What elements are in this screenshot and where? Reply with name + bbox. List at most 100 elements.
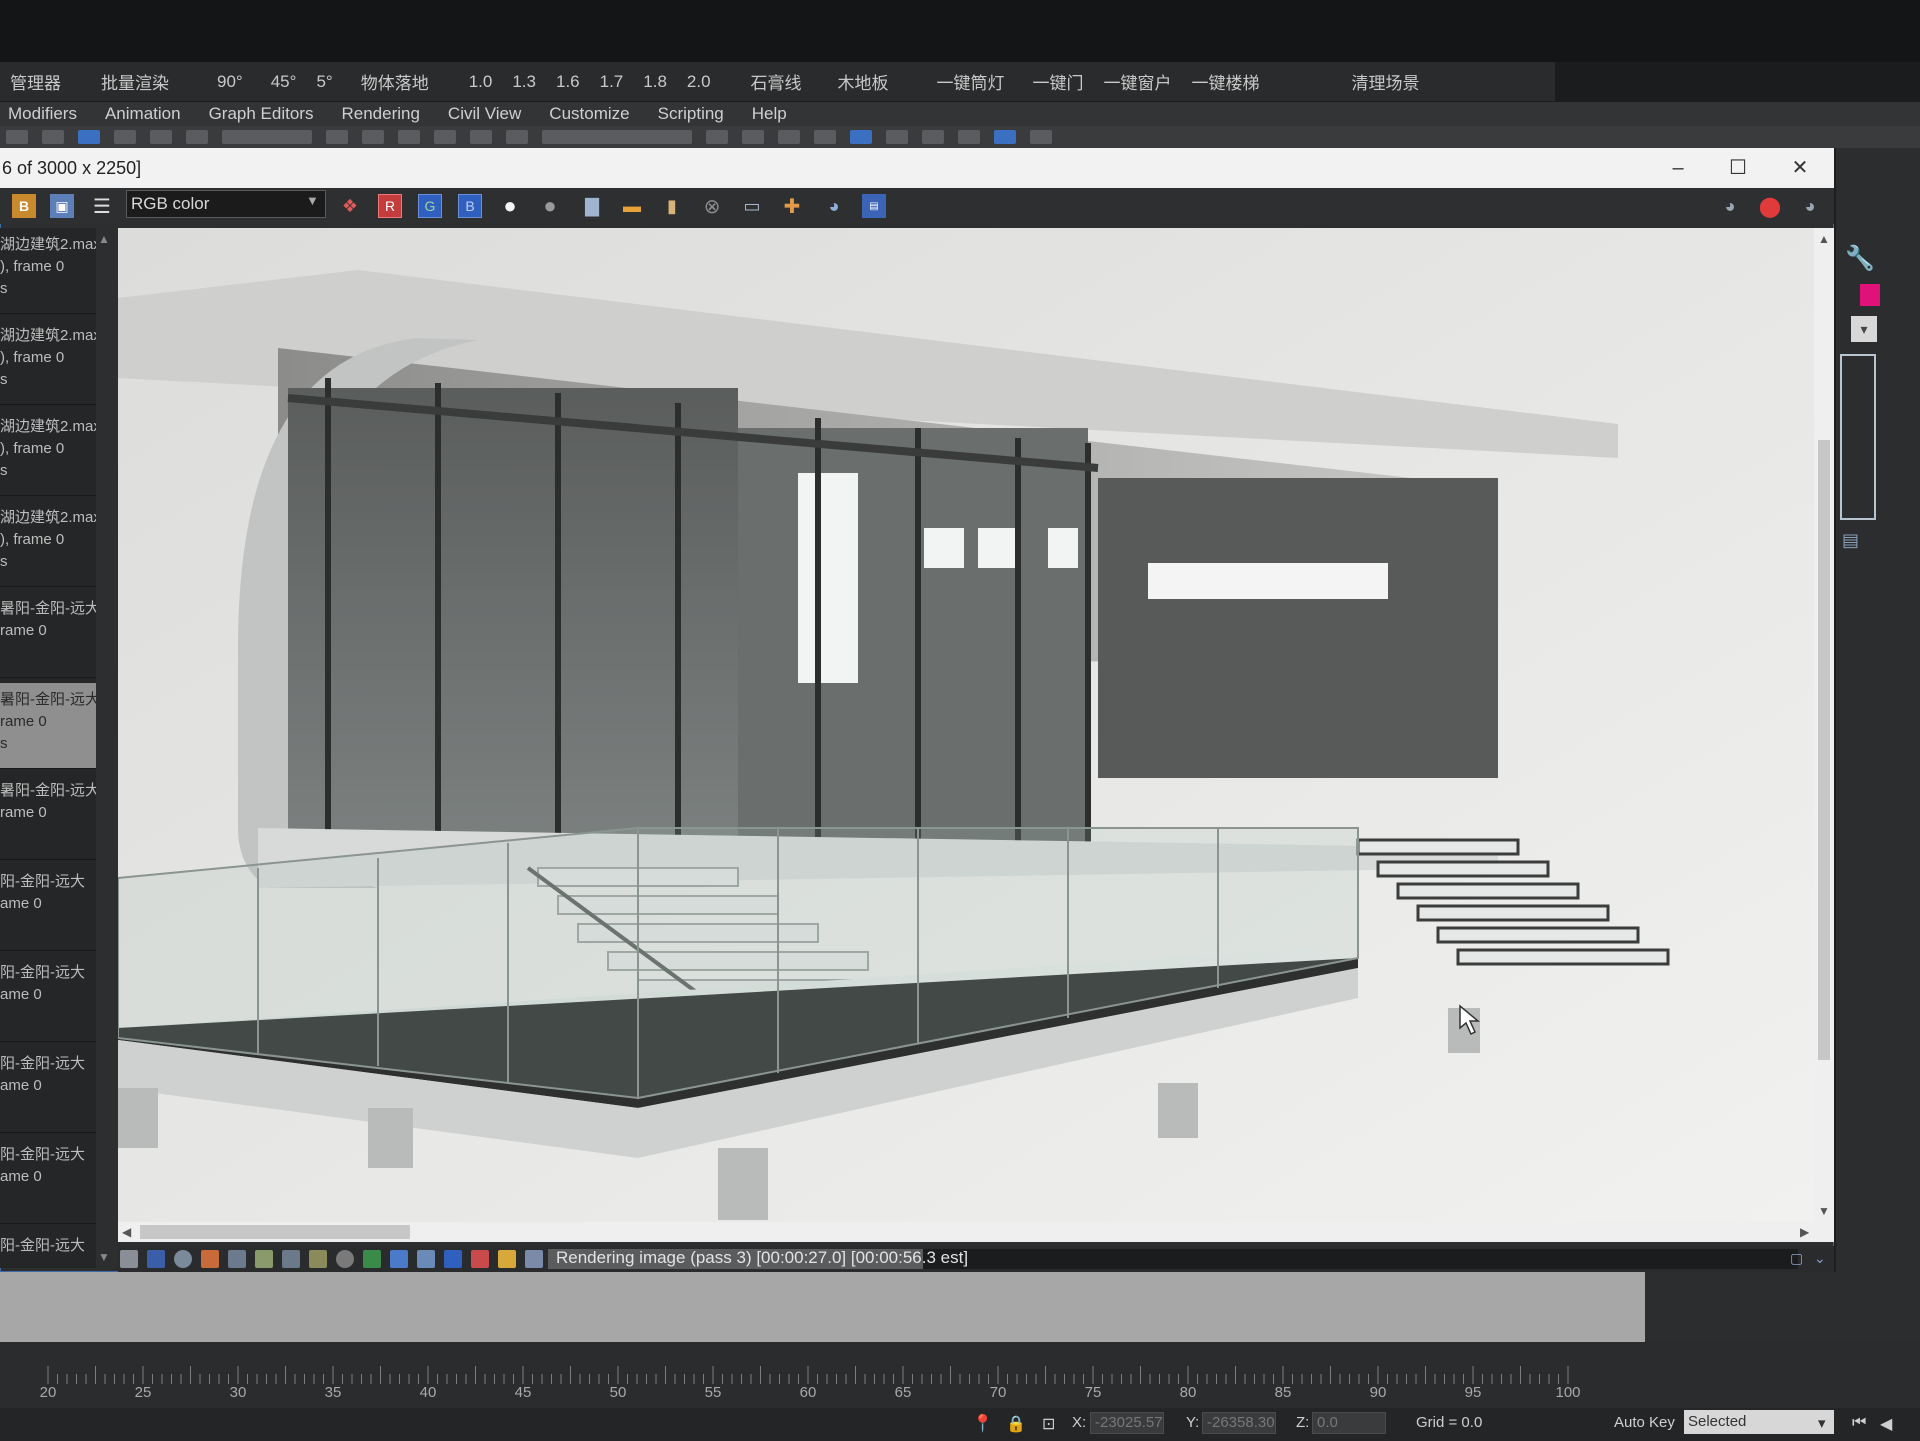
plugin-scale-1-8-button[interactable]: 1.8 (633, 72, 677, 92)
layer-icon[interactable] (778, 130, 800, 144)
clear-icon[interactable]: ⊗ (700, 194, 724, 218)
history-item[interactable]: 暑阳-金阳-远大 rame 0 (0, 592, 96, 678)
snap-icon[interactable] (362, 130, 384, 144)
close-button[interactable]: ✕ (1770, 148, 1830, 188)
modifier-list-dropdown[interactable]: ▾ (1851, 316, 1877, 342)
render-setup-icon[interactable] (958, 130, 980, 144)
frame-buffer-titlebar[interactable]: 6 of 3000 x 2250] (0, 148, 1834, 188)
plugin-rotate-90-button[interactable]: 90° (199, 72, 261, 92)
horizontal-scrollbar-thumb[interactable] (140, 1225, 410, 1239)
history-item[interactable]: 阳-金阳-远大 ame 0 (0, 1047, 96, 1133)
history-item[interactable]: 湖边建筑2.max), frame 0 s (0, 319, 96, 405)
history-item[interactable]: 湖边建筑2.max), frame 0 s (0, 501, 96, 587)
menu-scripting[interactable]: Scripting (644, 104, 738, 124)
go-to-start-icon[interactable]: ⏮ (1852, 1414, 1866, 1432)
select-region-icon[interactable] (42, 130, 64, 144)
x-coordinate-field[interactable]: -23025.57 (1090, 1412, 1164, 1434)
plugin-rotate-45-button[interactable]: 45° (261, 72, 307, 92)
auto-key-button[interactable]: Auto Key (1614, 1414, 1675, 1431)
chevron-up-icon[interactable]: ▲ (98, 232, 110, 246)
plugin-scale-1-6-button[interactable]: 1.6 (546, 72, 590, 92)
region-icon[interactable]: ▭ (740, 194, 764, 218)
white-circle-icon[interactable]: ● (498, 193, 522, 218)
pivot-icon[interactable] (326, 130, 348, 144)
history-item[interactable]: 湖边建筑2.max), frame 0 s (0, 410, 96, 496)
z-coordinate-field[interactable]: 0.0 (1312, 1412, 1386, 1434)
histogram-icon[interactable] (282, 1250, 300, 1268)
previous-frame-icon[interactable]: ◀ (1880, 1414, 1892, 1434)
toggle-panel-icon[interactable] (120, 1250, 138, 1268)
save-icon[interactable]: ▇ (580, 194, 604, 218)
mirror-icon[interactable] (706, 130, 728, 144)
open-folder-icon[interactable]: ▬ (620, 194, 644, 218)
menu-civil-view[interactable]: Civil View (434, 104, 535, 124)
plugin-downlight-button[interactable]: 一键筒灯 (919, 69, 1023, 94)
spinner-snap-icon[interactable] (470, 130, 492, 144)
hdr-icon[interactable]: ▤ (862, 194, 886, 218)
ribbon-icon[interactable] (814, 130, 836, 144)
menu-help[interactable]: Help (738, 104, 801, 124)
panel-toggle-icon[interactable]: ▢ (1790, 1250, 1803, 1267)
background-icon[interactable] (444, 1250, 462, 1268)
menu-rendering[interactable]: Rendering (327, 104, 433, 124)
red-channel-icon[interactable]: R (378, 194, 402, 218)
plugin-clean-scene-button[interactable]: 清理场景 (1282, 69, 1490, 94)
maximize-button[interactable]: ☐ (1708, 148, 1768, 188)
y-coordinate-field[interactable]: -26358.30 (1202, 1412, 1276, 1434)
collapse-icon[interactable]: ⌄ (1814, 1250, 1826, 1267)
chevron-right-icon[interactable]: ▶ (1800, 1225, 1809, 1239)
configure-modifier-icon[interactable]: ▤ (1842, 530, 1859, 551)
menu-icon[interactable]: ☰ (90, 194, 114, 218)
material-editor-icon[interactable] (922, 130, 944, 144)
menu-customize[interactable]: Customize (535, 104, 643, 124)
pin-icon[interactable]: 📍 (972, 1414, 993, 1434)
named-selection-dropdown[interactable] (542, 130, 692, 144)
rgb-channels-icon[interactable]: ❖ (338, 194, 362, 218)
render-icon[interactable] (1030, 130, 1052, 144)
align-icon[interactable] (742, 130, 764, 144)
percent-snap-icon[interactable] (434, 130, 456, 144)
history-item[interactable]: 暑阳-金阳-远大 rame 0 s (0, 683, 96, 769)
plugin-door-button[interactable]: 一键门 (1023, 69, 1094, 94)
history-item[interactable]: 暑阳-金阳-远大 rame 0 (0, 774, 96, 860)
plugin-scale-1-7-button[interactable]: 1.7 (590, 72, 634, 92)
grey-circle-icon[interactable]: ● (538, 193, 562, 218)
reference-coord-dropdown[interactable] (222, 130, 312, 144)
plugin-manager-button[interactable]: 管理器 (0, 69, 71, 94)
menu-animation[interactable]: Animation (91, 104, 195, 124)
edit-named-sel-icon[interactable] (506, 130, 528, 144)
history-item[interactable]: 阳-金阳-远大 ame 0 (0, 1138, 96, 1224)
rotate-icon[interactable] (114, 130, 136, 144)
rendered-image[interactable] (118, 228, 1814, 1222)
plugin-scale-1-3-button[interactable]: 1.3 (502, 72, 546, 92)
history-item[interactable]: 湖边建筑2.max), frame 0 s (0, 228, 96, 314)
wrench-icon[interactable]: 🔧 (1845, 244, 1875, 273)
curves-icon[interactable] (255, 1250, 273, 1268)
plugin-scale-1-0-button[interactable]: 1.0 (459, 72, 503, 92)
chevron-down-icon[interactable]: ▼ (98, 1250, 110, 1264)
lens-effects-icon[interactable] (417, 1250, 435, 1268)
stop-icon[interactable]: ⬤ (1758, 194, 1782, 218)
blue-channel-icon[interactable]: B (458, 194, 482, 218)
info-icon[interactable] (174, 1250, 192, 1268)
key-filter-dropdown[interactable]: Selected (1684, 1410, 1834, 1434)
image-icon[interactable]: ▣ (50, 194, 74, 218)
plugin-stairs-button[interactable]: 一键楼梯 (1182, 69, 1270, 94)
timeline[interactable]: 20 25 30 35 40 45 50 55 60 65 70 75 80 85 90 95 100 (0, 1342, 1920, 1408)
white-balance-icon[interactable] (336, 1250, 354, 1268)
render-elements-icon[interactable] (147, 1250, 165, 1268)
curve-editor-icon[interactable] (850, 130, 872, 144)
plugin-drop-to-floor-button[interactable]: 物体落地 (343, 69, 447, 94)
absolute-mode-icon[interactable]: ⊡ (1042, 1414, 1055, 1434)
plugin-batch-render-button[interactable]: 批量渲染 (83, 69, 187, 94)
color-balance-icon[interactable] (363, 1250, 381, 1268)
menu-modifiers[interactable]: Modifiers (0, 104, 91, 124)
chevron-down-icon[interactable]: ▼ (1818, 1204, 1830, 1218)
menu-graph-editors[interactable]: Graph Editors (195, 104, 328, 124)
teapot-icon[interactable]: ◕ (822, 194, 846, 218)
modifier-stack[interactable] (1840, 354, 1876, 520)
history-item[interactable]: 阳-金阳-远大 ame 0 (0, 865, 96, 951)
stereo-icon[interactable] (498, 1250, 516, 1268)
viewport-area[interactable] (0, 1272, 1645, 1342)
clipboard-icon[interactable]: ▮ (660, 194, 684, 218)
